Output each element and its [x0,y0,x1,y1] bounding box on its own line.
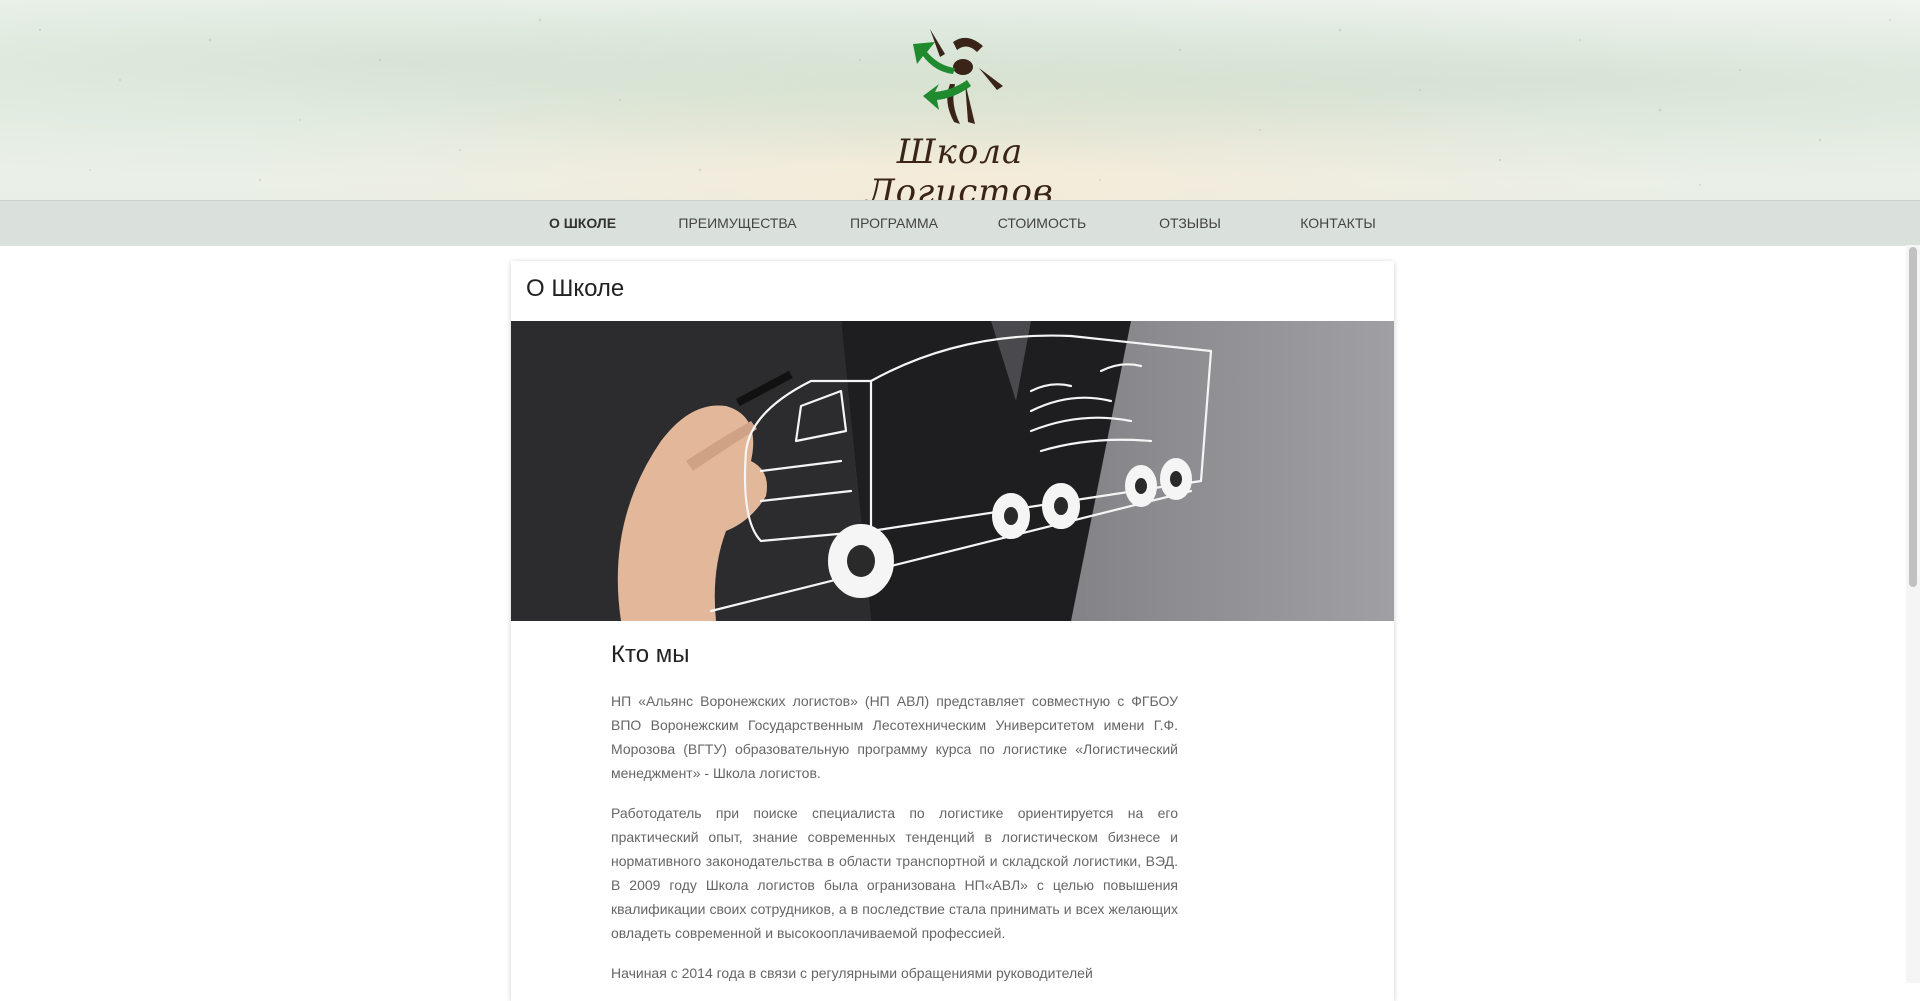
paragraph-3: Начиная с 2014 года в связи с регулярным… [611,965,1093,981]
logistics-arrows-logo-icon[interactable] [905,24,1010,129]
hero-image [511,321,1394,621]
paragraph-1: НП «Альянс Воронежских логистов» (НП АВЛ… [611,693,1178,781]
site-header: Школа Логистов [0,0,1920,200]
nav-item-advantages[interactable]: ПРЕИМУЩЕСТВА [655,201,820,246]
hand-drawing-truck-illustration [511,321,1213,621]
nav-item-cost[interactable]: СТОИМОСТЬ [968,201,1116,246]
scrollbar-thumb[interactable] [1909,247,1917,587]
section-heading: Кто мы [611,641,690,668]
nav-item-about[interactable]: О ШКОЛЕ [510,201,655,246]
about-content: Кто мы НП «Альянс Воронежских логистов» … [611,641,1178,1001]
nav-item-reviews[interactable]: ОТЗЫВЫ [1116,201,1264,246]
paragraph-2: Работодатель при поиске специалиста по л… [611,805,1178,941]
card-title: О Школе [526,275,625,302]
logo-text[interactable]: Школа Логистов [800,132,1120,200]
content-card: О Школе Кто мы НП «Альянс Воронежских ло… [511,261,1394,1001]
nav-item-program[interactable]: ПРОГРАММА [820,201,968,246]
page-scrollbar[interactable] [1906,245,1920,983]
main-navigation: О ШКОЛЕ ПРЕИМУЩЕСТВА ПРОГРАММА СТОИМОСТЬ… [0,200,1920,246]
nav-item-contacts[interactable]: КОНТАКТЫ [1264,201,1412,246]
